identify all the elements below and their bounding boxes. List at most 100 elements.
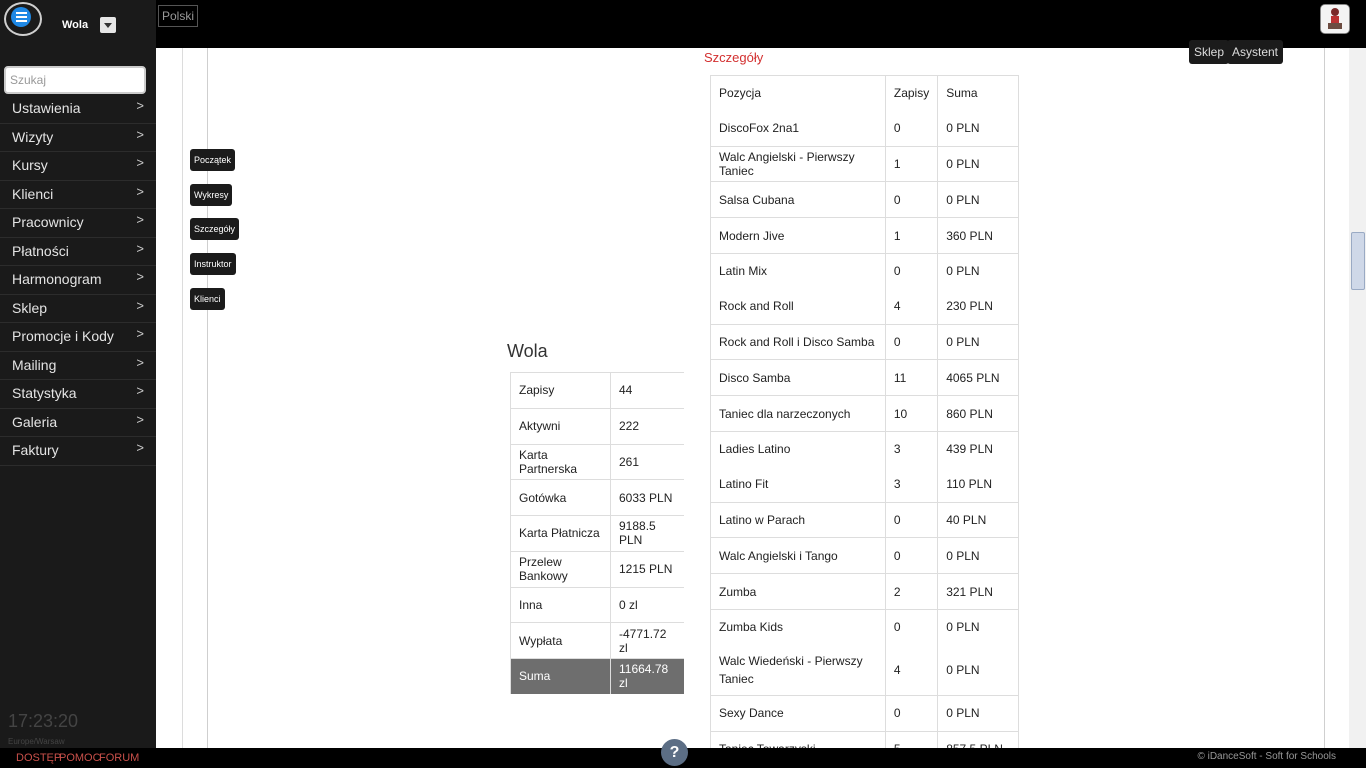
row-sum: 860 PLN [937, 395, 1019, 432]
sidebar-item-label: Wizyty [12, 128, 54, 145]
sidebar-item-harmonogram[interactable]: Harmonogram > [0, 266, 156, 295]
table-row: Sexy Dance 0 0 PLN [710, 695, 1019, 732]
nav-button-wykresy[interactable]: Wykresy [190, 184, 233, 206]
sidebar-item-label: Statystyka [12, 385, 77, 401]
row-count: 1 [884, 146, 939, 183]
summary-label: Karta Płatnicza [510, 515, 611, 552]
nav-button-instruktor[interactable]: Instruktor [190, 253, 236, 275]
scrollbar-track[interactable] [1349, 48, 1366, 748]
sidebar-item-pracownicy[interactable]: Pracownicy > [0, 209, 156, 238]
sidebar-item-galeria[interactable]: Galeria > [0, 409, 156, 437]
sidebar-item-wizyty[interactable]: Wizyty > [0, 124, 156, 152]
column-header-count: Zapisy [884, 74, 939, 111]
column-header-sum: Suma [937, 74, 1019, 111]
row-name: Taniec dla narzeczonych [710, 395, 886, 432]
row-count: 3 [884, 466, 939, 503]
row-name: Modern Jive [710, 217, 886, 254]
table-row: Zapisy 44 [510, 372, 684, 409]
row-sum: 110 PLN [937, 466, 1019, 503]
nav-button-poczatek[interactable]: Początek [190, 149, 236, 171]
footer-link-help[interactable]: POMOC [59, 752, 101, 764]
row-sum: 0 PLN [937, 695, 1019, 732]
sidebar-item-label: Kursy [12, 157, 48, 173]
summary-label: Karta Partnerska [510, 444, 611, 480]
sidebar-item-statystyka[interactable]: Statystyka > [0, 380, 156, 409]
user-avatar-icon[interactable] [1320, 4, 1350, 34]
row-name: Walc Wiedeński - Pierwszy Taniec [710, 644, 886, 696]
row-count: 4 [884, 288, 939, 325]
summary-label: Gotówka [510, 479, 611, 516]
summary-label: Zapisy [510, 372, 611, 409]
sidebar-item-kursy[interactable]: Kursy > [0, 152, 156, 181]
sidebar-item-ustawienia[interactable]: Ustawienia > [0, 95, 156, 124]
row-sum: 230 PLN [937, 288, 1019, 325]
row-sum: 321 PLN [937, 573, 1019, 610]
summary-label: Suma [510, 658, 611, 694]
nav-button-szczegoly[interactable]: Szczegóły [190, 218, 240, 240]
sidebar-item-faktury[interactable]: Faktury > [0, 437, 156, 466]
summary-label: Wypłata [510, 622, 611, 659]
row-sum: 4065 PLN [937, 359, 1019, 397]
summary-table: Zapisy 44 Aktywni 222 Karta Partnerska 261 … [510, 372, 684, 694]
footer-link-access[interactable]: DOSTĘP [16, 752, 61, 764]
school-dropdown-button[interactable] [100, 17, 116, 33]
sidebar-item-sklep[interactable]: Sklep > [0, 295, 156, 323]
row-count: 0 [884, 695, 939, 732]
sidebar-item-mailing[interactable]: Mailing > [0, 352, 156, 380]
row-name: Rock and Roll [710, 288, 886, 325]
row-sum: 439 PLN [937, 431, 1019, 467]
sidebar-item-label: Sklep [12, 299, 48, 316]
table-row: Rock and Roll 4 230 PLN [710, 288, 1019, 325]
table-row: Karta Partnerska 261 [510, 444, 684, 480]
sidebar-item-klienci[interactable]: Klienci > [0, 181, 156, 209]
sidebar-item-label: Mailing [12, 356, 57, 373]
chevron-right-icon: > [136, 326, 144, 341]
row-count: 11 [884, 359, 939, 397]
table-row: Aktywni 222 [510, 408, 684, 445]
sidebar-item-label: Promocje i Kody [12, 328, 114, 344]
summary-value: 11664.78 zl [610, 658, 684, 694]
search-input[interactable] [4, 66, 146, 94]
table-row: Latino w Parach 0 40 PLN [710, 502, 1019, 539]
row-sum: 0 PLN [937, 324, 1019, 361]
details-title: Szczegóły [704, 50, 764, 65]
sidebar-item-label: Ustawienia [12, 100, 81, 116]
shop-button[interactable]: Sklep [1189, 40, 1230, 64]
table-row: Wypłata -4771.72 zl [510, 622, 684, 659]
nav-button-klienci[interactable]: Klienci [190, 288, 225, 310]
summary-title: Wola [507, 341, 548, 361]
row-name: Zumba Kids [710, 609, 886, 645]
row-count: 0 [884, 110, 939, 147]
details-table: Pozycja Zapisy Suma DiscoFox 2na1 0 0 PLN … [710, 74, 1019, 767]
assistant-button[interactable]: Asystent [1227, 40, 1284, 64]
help-icon[interactable]: ? [661, 739, 688, 766]
summary-value: 0 zl [610, 587, 684, 624]
row-name: Rock and Roll i Disco Samba [710, 324, 886, 361]
sidebar-item-promocje[interactable]: Promocje i Kody > [0, 323, 156, 352]
language-selector[interactable]: Polski [158, 5, 199, 27]
row-count: 10 [884, 395, 939, 432]
table-row: Zumba Kids 0 0 PLN [710, 609, 1019, 645]
sidebar-item-platnosci[interactable]: Płatności > [0, 238, 156, 266]
table-row: Zumba 2 321 PLN [710, 573, 1019, 610]
row-sum: 0 PLN [937, 537, 1019, 575]
row-sum: 40 PLN [937, 502, 1019, 539]
summary-label: Aktywni [510, 408, 611, 445]
table-row: Walc Angielski i Tango 0 0 PLN [710, 537, 1019, 575]
hamburger-menu-button[interactable] [4, 2, 42, 36]
footer-link-forum[interactable]: FORUM [99, 752, 139, 764]
row-name: Zumba [710, 573, 886, 610]
row-count: 1 [884, 217, 939, 254]
sidebar-item-label: Klienci [12, 185, 54, 202]
scrollbar-thumb[interactable] [1351, 232, 1365, 290]
row-name: Sexy Dance [710, 695, 886, 732]
row-name: Ladies Latino [710, 431, 886, 467]
row-count: 3 [884, 431, 939, 467]
summary-value: 222 [610, 408, 684, 445]
sidebar-menu: Ustawienia > Wizyty > Kursy > Klienci > Prac… [0, 95, 156, 466]
table-row: Latin Mix 0 0 PLN [710, 253, 1019, 289]
chevron-right-icon: > [136, 155, 144, 170]
row-sum: 0 PLN [937, 609, 1019, 645]
row-count: 2 [884, 573, 939, 610]
chevron-right-icon: > [136, 183, 144, 199]
